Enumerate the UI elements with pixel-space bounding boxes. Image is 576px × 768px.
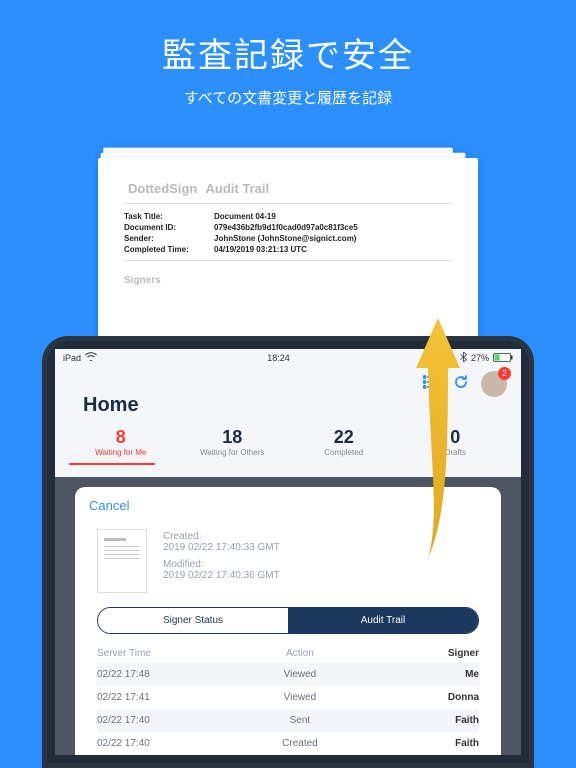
- doc-brand-sub: Audit Trail: [206, 181, 270, 196]
- docid-label: Document ID:: [124, 223, 214, 232]
- avatar[interactable]: 2: [481, 371, 507, 397]
- created-label: Created:: [163, 531, 280, 542]
- th-time: Server Time: [97, 648, 240, 659]
- table-row: 02/22 17:48ViewedMe: [97, 663, 479, 686]
- clock: 18:24: [267, 353, 290, 363]
- cancel-button[interactable]: Cancel: [89, 498, 129, 513]
- tablet-screen: iPad 18:24 27%: [55, 349, 521, 755]
- stat-waiting-me[interactable]: 8Waiting for Me: [65, 427, 177, 457]
- segment-control: Signer Status Audit Trail: [97, 607, 479, 634]
- divider: [124, 203, 452, 204]
- bluetooth-icon: [460, 352, 467, 364]
- sender-value: JohnStone (JohnStone@signict.com): [214, 234, 356, 243]
- battery-icon: [493, 353, 513, 364]
- wifi-icon: [85, 352, 97, 364]
- tab-signer-status[interactable]: Signer Status: [98, 608, 288, 633]
- battery-pct: 27%: [471, 353, 489, 363]
- doc-thumbnail[interactable]: [97, 529, 147, 593]
- doc-brand-name: DottedSign: [128, 181, 197, 196]
- task-value: Document 04-19: [214, 212, 276, 221]
- task-label: Task Title:: [124, 212, 214, 221]
- notif-badge: 2: [498, 367, 511, 380]
- table-row: 02/22 17:40SentFaith: [97, 709, 479, 732]
- stat-completed[interactable]: 22Completed: [288, 427, 400, 457]
- stat-drafts[interactable]: 0Drafts: [400, 427, 512, 457]
- doc-meta: Created: 2019 02/22 17:40:33 GMT Modifie…: [163, 529, 280, 593]
- device-label: iPad: [63, 353, 81, 363]
- status-bar: iPad 18:24 27%: [55, 349, 521, 364]
- stat-waiting-others[interactable]: 18Waiting for Others: [177, 427, 289, 457]
- tablet-frame: iPad 18:24 27%: [42, 336, 534, 768]
- hero-subtitle: すべての文書変更と履歴を記録: [0, 87, 576, 108]
- tab-audit-trail[interactable]: Audit Trail: [288, 608, 478, 633]
- stats-row: 8Waiting for Me 18Waiting for Others 22C…: [55, 427, 521, 457]
- audit-table: Server TimeActionSigner 02/22 17:48Viewe…: [75, 644, 501, 755]
- list-icon[interactable]: [423, 375, 441, 394]
- detail-modal: Cancel Created: 2019 02/22 17:40:33 GMT …: [75, 487, 501, 755]
- completed-value: 04/19/2019 03:21:13 UTC: [214, 245, 307, 254]
- modified-label: Modified:: [163, 559, 280, 570]
- table-row: 02/22 17:40CreatedFaith: [97, 732, 479, 755]
- created-value: 2019 02/22 17:40:33 GMT: [163, 542, 280, 553]
- active-tab-underline: [69, 463, 155, 465]
- refresh-icon[interactable]: [453, 374, 469, 395]
- hero-title: 監査記録で安全: [0, 28, 576, 77]
- sender-label: Sender:: [124, 234, 214, 243]
- completed-label: Completed Time:: [124, 245, 214, 254]
- modified-value: 2019 02/22 17:40:36 GMT: [163, 570, 280, 581]
- docid-value: 079e436b2fb9d1f0cad0d97a0c81f3ce5: [214, 223, 358, 232]
- doc-brand: DottedSign Audit Trail: [124, 180, 452, 197]
- table-row: 02/22 17:41ViewedDonna: [97, 686, 479, 709]
- top-actions: 2: [423, 371, 507, 397]
- divider: [124, 260, 452, 261]
- th-action: Action: [240, 648, 359, 659]
- signers-heading: Signers: [124, 275, 452, 286]
- th-signer: Signer: [360, 648, 479, 659]
- page-title: Home: [83, 394, 521, 417]
- hero: 監査記録で安全 すべての文書変更と履歴を記録: [0, 0, 576, 108]
